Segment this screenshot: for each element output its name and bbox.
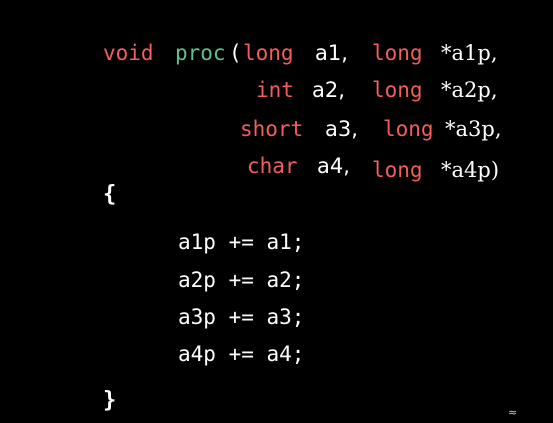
param-name: *a4p) — [441, 158, 500, 182]
statement-line: a3p += a3; — [178, 305, 305, 329]
param-type: int — [256, 78, 294, 102]
code-block: void proc ( long a1, long *a1p, int a2, … — [0, 0, 553, 423]
param-type: long — [243, 41, 294, 65]
param-type: long — [372, 158, 423, 182]
return-type: void — [103, 41, 154, 65]
param-name: a2, — [312, 78, 345, 102]
param-type: long — [372, 41, 423, 65]
param-type: short — [240, 117, 304, 141]
param-name: a3, — [325, 117, 358, 141]
param-type: char — [247, 154, 298, 178]
param-type: long — [383, 117, 434, 141]
param-name: a4, — [317, 154, 350, 178]
close-brace: } — [103, 388, 117, 413]
statement-line: a4p += a4; — [178, 342, 305, 366]
open-paren: ( — [229, 41, 242, 65]
corner-mark-icon: ≈ — [508, 406, 518, 419]
param-name: *a3p, — [445, 117, 502, 141]
function-name: proc — [175, 41, 226, 65]
statement-line: a1p += a1; — [178, 230, 305, 254]
param-type: long — [372, 78, 423, 102]
param-name: *a2p, — [441, 78, 498, 102]
statement-line: a2p += a2; — [178, 268, 305, 292]
open-brace: { — [103, 182, 117, 207]
param-name: a1, — [315, 41, 348, 65]
param-name: *a1p, — [441, 41, 498, 65]
